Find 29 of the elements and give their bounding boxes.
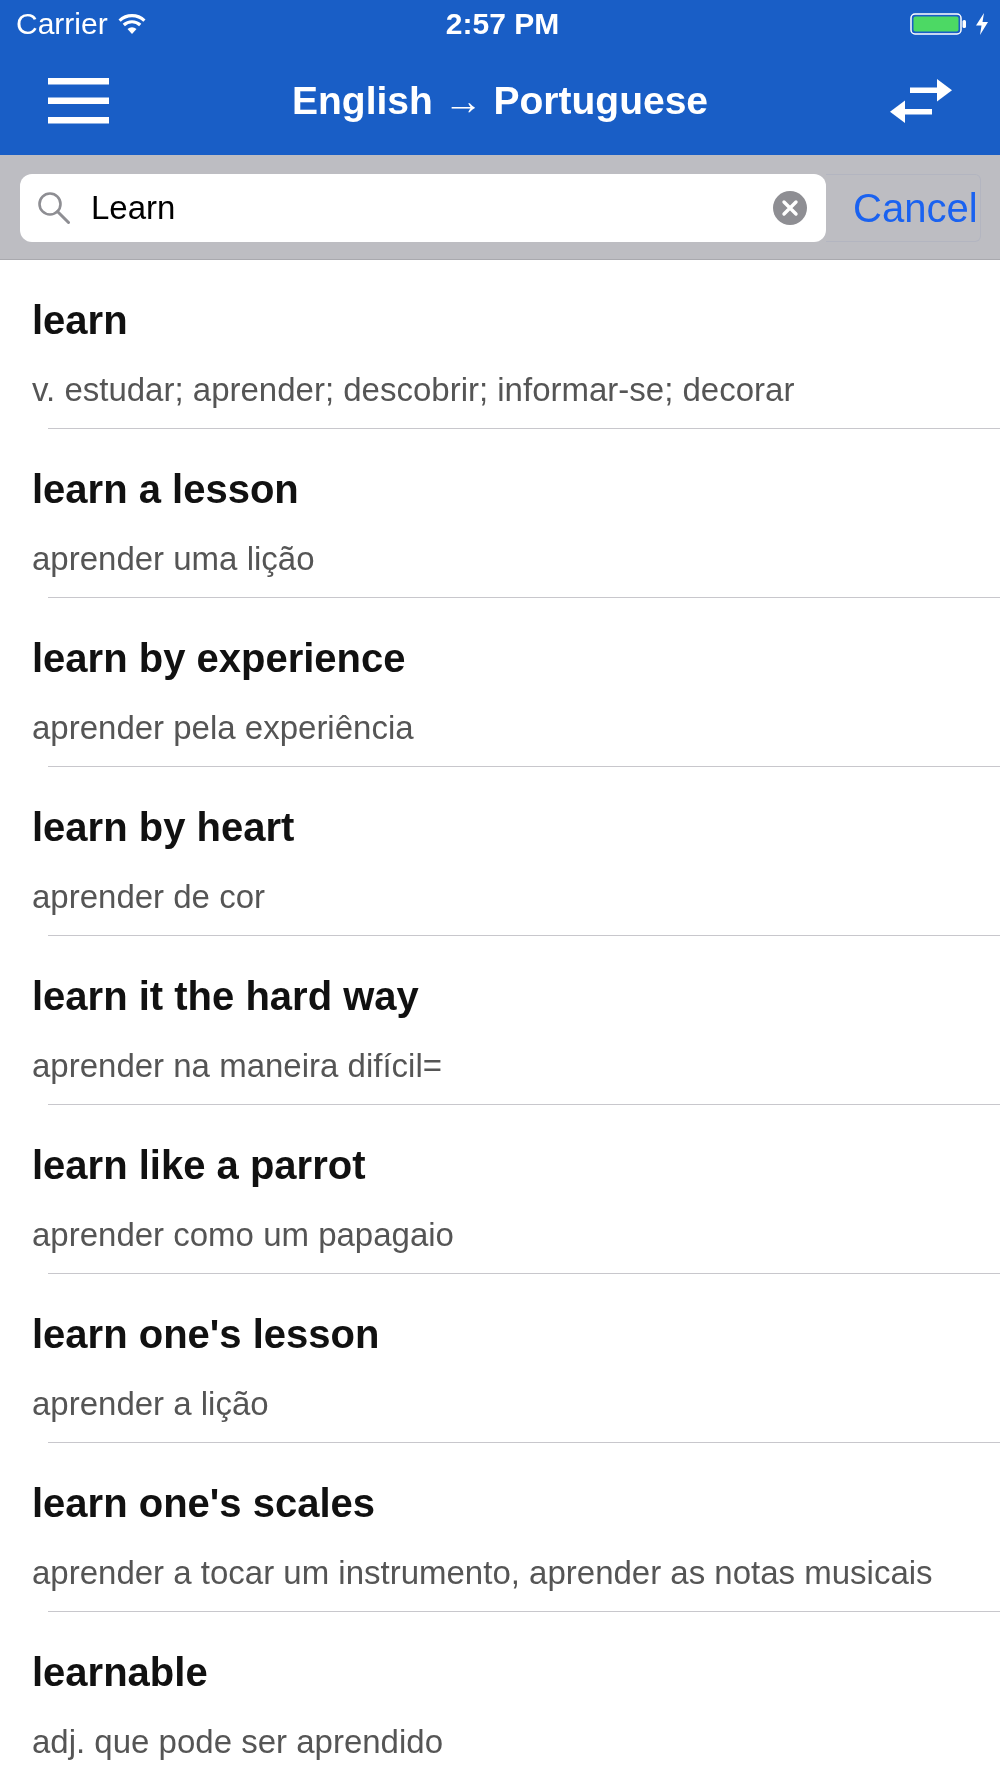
result-term[interactable]: learn by experience [32,635,406,681]
wifi-icon [117,14,146,34]
result-term[interactable]: learn one's scales [32,1480,376,1526]
nav-title: English → Portuguese [291,78,709,123]
result-translation: aprender como um papagaio [32,1216,454,1254]
search-icon [37,191,70,224]
result-translation: aprender a lição [32,1385,269,1423]
clear-icon[interactable] [773,191,807,225]
result-translation: aprender de cor [32,878,265,916]
result-translation: aprender na maneira difícil= [32,1047,442,1085]
result-term[interactable]: learn like a parrot [32,1142,366,1188]
result-term[interactable]: learn by heart [32,804,295,850]
result-translation: aprender pela experiência [32,709,414,747]
carrier-name: Carrier [16,7,108,41]
result-term[interactable]: learn it the hard way [32,973,419,1019]
result-translation: aprender uma lição [32,540,315,578]
status-time: 2:57 PM [445,7,560,41]
result-term[interactable]: learnable [32,1649,208,1695]
result-translation: aprender a tocar um instrumento, aprender as notas musicais [32,1554,933,1592]
result-term[interactable]: learn one's lesson [32,1311,380,1357]
result-translation: v. estudar; aprender; descobrir; informar-se; decorar [32,371,795,409]
result-translation: adj. que pode ser aprendido [32,1723,443,1761]
swap-icon[interactable] [890,77,952,124]
result-term[interactable]: learn [32,297,128,343]
menu-icon[interactable] [48,77,109,124]
search-field[interactable]: Learn [20,174,826,242]
charging-bolt-icon [975,13,989,35]
result-term[interactable]: learn a lesson [32,466,299,512]
battery-icon [910,13,967,35]
